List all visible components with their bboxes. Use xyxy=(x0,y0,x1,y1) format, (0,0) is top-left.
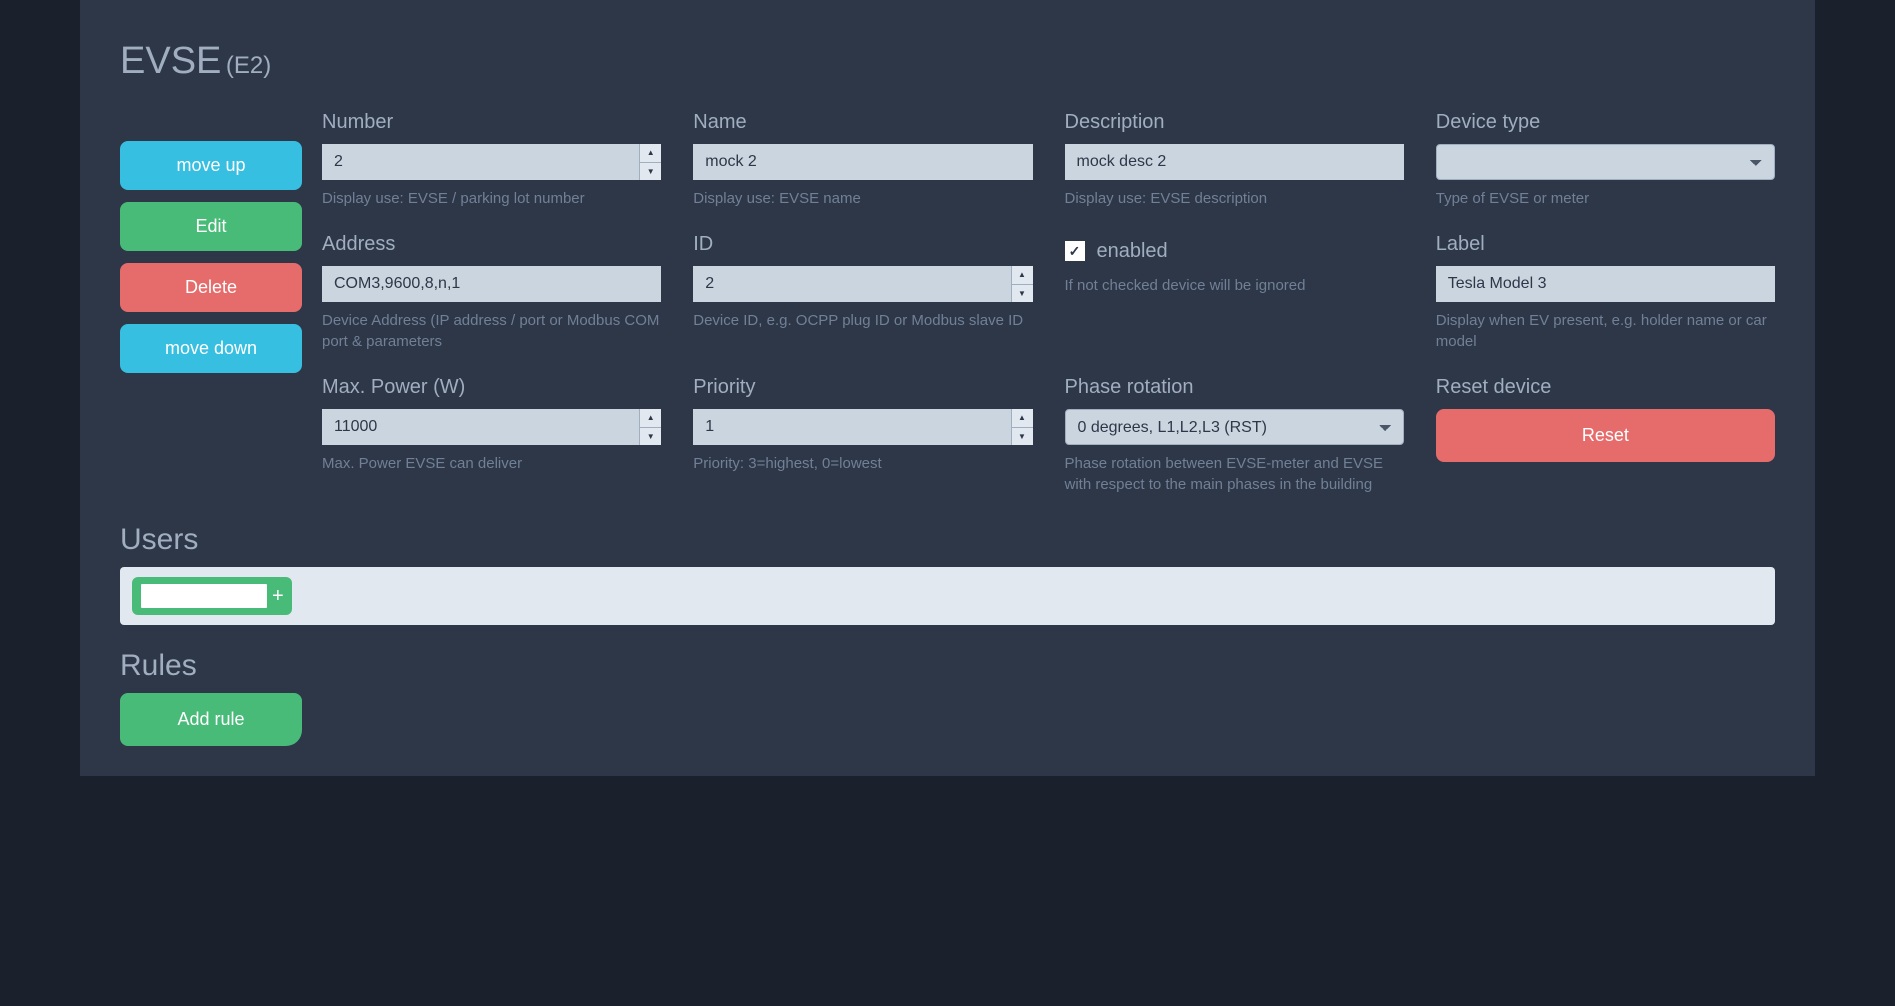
user-add-input[interactable] xyxy=(140,583,268,609)
number-field: Number ▲▼ Display use: EVSE / parking lo… xyxy=(322,111,661,209)
move-down-button[interactable]: move down xyxy=(120,324,302,373)
id-input-wrap: ▲▼ xyxy=(693,266,1032,302)
enabled-help: If not checked device will be ignored xyxy=(1065,275,1404,296)
page-title: EVSE xyxy=(120,40,221,82)
description-help: Display use: EVSE description xyxy=(1065,188,1404,209)
label-label: Label xyxy=(1436,233,1775,256)
spinner-up-icon[interactable]: ▲ xyxy=(640,144,661,163)
spinner-down-icon[interactable]: ▼ xyxy=(1012,285,1033,303)
reset-device-field: Reset device Reset xyxy=(1436,376,1775,495)
id-help: Device ID, e.g. OCPP plug ID or Modbus s… xyxy=(693,310,1032,331)
main-row: move up Edit Delete move down Number ▲▼ … xyxy=(120,111,1775,495)
spinner-down-icon[interactable]: ▼ xyxy=(640,428,661,446)
priority-label: Priority xyxy=(693,376,1032,399)
side-buttons: move up Edit Delete move down xyxy=(120,111,302,495)
users-bar: + xyxy=(120,567,1775,625)
priority-spinner[interactable]: ▲▼ xyxy=(1011,409,1033,445)
max-power-input[interactable] xyxy=(322,409,639,445)
users-title: Users xyxy=(120,523,1775,557)
id-input[interactable] xyxy=(693,266,1010,302)
name-label: Name xyxy=(693,111,1032,134)
rules-title: Rules xyxy=(120,649,1775,683)
priority-input-wrap: ▲▼ xyxy=(693,409,1032,445)
check-icon: ✓ xyxy=(1069,243,1081,260)
spinner-down-icon[interactable]: ▼ xyxy=(640,163,661,181)
description-input[interactable] xyxy=(1065,144,1404,180)
address-label: Address xyxy=(322,233,661,256)
name-field: Name Display use: EVSE name xyxy=(693,111,1032,209)
device-type-select[interactable] xyxy=(1436,144,1775,180)
page-subtitle: (E2) xyxy=(226,52,271,79)
plus-icon[interactable]: + xyxy=(272,586,284,606)
enabled-field: ✓ enabled If not checked device will be … xyxy=(1065,233,1404,352)
device-type-help: Type of EVSE or meter xyxy=(1436,188,1775,209)
address-field: Address Device Address (IP address / por… xyxy=(322,233,661,352)
panel-header: EVSE (E2) xyxy=(120,40,1775,83)
spinner-up-icon[interactable]: ▲ xyxy=(640,409,661,428)
reset-device-label: Reset device xyxy=(1436,376,1775,399)
enabled-row: ✓ enabled xyxy=(1065,233,1404,269)
address-input[interactable] xyxy=(322,266,661,302)
device-type-label: Device type xyxy=(1436,111,1775,134)
move-up-button[interactable]: move up xyxy=(120,141,302,190)
phase-rotation-select[interactable]: 0 degrees, L1,L2,L3 (RST) xyxy=(1065,409,1404,445)
phase-rotation-label: Phase rotation xyxy=(1065,376,1404,399)
label-field: Label Display when EV present, e.g. hold… xyxy=(1436,233,1775,352)
spinner-up-icon[interactable]: ▲ xyxy=(1012,409,1033,428)
edit-button[interactable]: Edit xyxy=(120,202,302,251)
max-power-label: Max. Power (W) xyxy=(322,376,661,399)
number-input[interactable] xyxy=(322,144,639,180)
priority-field: Priority ▲▼ Priority: 3=highest, 0=lowes… xyxy=(693,376,1032,495)
user-add-chip: + xyxy=(132,577,292,615)
reset-button[interactable]: Reset xyxy=(1436,409,1775,462)
max-power-input-wrap: ▲▼ xyxy=(322,409,661,445)
label-help: Display when EV present, e.g. holder nam… xyxy=(1436,310,1775,352)
address-help: Device Address (IP address / port or Mod… xyxy=(322,310,661,352)
id-spinner[interactable]: ▲▼ xyxy=(1011,266,1033,302)
number-label: Number xyxy=(322,111,661,134)
priority-help: Priority: 3=highest, 0=lowest xyxy=(693,453,1032,474)
number-spinner[interactable]: ▲▼ xyxy=(639,144,661,180)
max-power-help: Max. Power EVSE can deliver xyxy=(322,453,661,474)
description-field: Description Display use: EVSE descriptio… xyxy=(1065,111,1404,209)
evse-panel: EVSE (E2) move up Edit Delete move down … xyxy=(80,0,1815,776)
id-field: ID ▲▼ Device ID, e.g. OCPP plug ID or Mo… xyxy=(693,233,1032,352)
enabled-checkbox[interactable]: ✓ xyxy=(1065,241,1085,261)
max-power-field: Max. Power (W) ▲▼ Max. Power EVSE can de… xyxy=(322,376,661,495)
spinner-down-icon[interactable]: ▼ xyxy=(1012,428,1033,446)
number-input-wrap: ▲▼ xyxy=(322,144,661,180)
id-label: ID xyxy=(693,233,1032,256)
add-rule-button[interactable]: Add rule xyxy=(120,693,302,746)
phase-rotation-field: Phase rotation 0 degrees, L1,L2,L3 (RST)… xyxy=(1065,376,1404,495)
max-power-spinner[interactable]: ▲▼ xyxy=(639,409,661,445)
name-input[interactable] xyxy=(693,144,1032,180)
number-help: Display use: EVSE / parking lot number xyxy=(322,188,661,209)
name-help: Display use: EVSE name xyxy=(693,188,1032,209)
fields-grid: Number ▲▼ Display use: EVSE / parking lo… xyxy=(322,111,1775,495)
enabled-label: enabled xyxy=(1097,240,1168,263)
priority-input[interactable] xyxy=(693,409,1010,445)
spinner-up-icon[interactable]: ▲ xyxy=(1012,266,1033,285)
device-type-field: Device type Type of EVSE or meter xyxy=(1436,111,1775,209)
label-input[interactable] xyxy=(1436,266,1775,302)
description-label: Description xyxy=(1065,111,1404,134)
phase-rotation-help: Phase rotation between EVSE-meter and EV… xyxy=(1065,453,1404,495)
delete-button[interactable]: Delete xyxy=(120,263,302,312)
